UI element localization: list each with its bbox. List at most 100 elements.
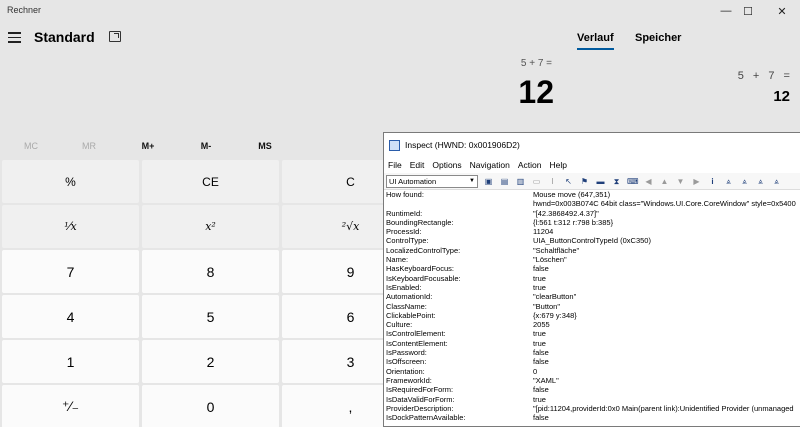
ms-button[interactable]: MS bbox=[236, 136, 294, 156]
property-name: Name: bbox=[386, 255, 409, 265]
digit-8-button[interactable]: 8 bbox=[142, 250, 279, 293]
property-value: 0 bbox=[533, 366, 538, 376]
tree-children-icon[interactable]: ⩓ bbox=[755, 176, 766, 187]
property-row[interactable]: IsEnabled: true bbox=[385, 283, 800, 292]
menu-navigation[interactable]: Navigation bbox=[470, 160, 510, 170]
property-value: "[pid:11204,providerId:0x0 Main(parent l… bbox=[533, 403, 794, 413]
property-row[interactable]: Orientation: 0 bbox=[385, 367, 800, 376]
property-value: false bbox=[533, 264, 549, 274]
digit-1-button[interactable]: 1 bbox=[2, 340, 139, 383]
copy-tree-icon[interactable]: ▥ bbox=[515, 176, 526, 187]
menu-file[interactable]: File bbox=[388, 160, 402, 170]
property-row[interactable]: LocalizedControlType: "Schaltfläche" bbox=[385, 246, 800, 255]
property-value: false bbox=[533, 413, 549, 423]
caret-icon[interactable]: I bbox=[547, 176, 558, 187]
memory-row: MC MR M+ M- MS bbox=[0, 136, 400, 156]
inspect-toolbar: UI Automation ▼ ▣ ▤ ▥ ▭ I ↖ ⚑ ▬ ⧗ ⌨ ◀ ▲ … bbox=[384, 173, 800, 190]
property-row[interactable]: IsContentElement: true bbox=[385, 339, 800, 348]
property-value: {l:561 t:312 r:798 b:385} bbox=[533, 217, 614, 227]
property-row[interactable]: ClickablePoint: {x:679 y:348} bbox=[385, 311, 800, 320]
property-row[interactable]: AutomationId: "clearButton" bbox=[385, 292, 800, 301]
reciprocal-button[interactable]: ¹⁄x bbox=[2, 205, 139, 248]
m-plus-button[interactable]: M+ bbox=[119, 136, 177, 156]
menu-edit[interactable]: Edit bbox=[410, 160, 425, 170]
menu-help[interactable]: Help bbox=[549, 160, 566, 170]
property-value: UIA_ButtonControlTypeId (0xC350) bbox=[533, 236, 651, 246]
property-row[interactable]: IsDataValidForForm: true bbox=[385, 395, 800, 404]
property-row[interactable]: Culture: 2055 bbox=[385, 320, 800, 329]
property-row[interactable]: HasKeyboardFocus: false bbox=[385, 264, 800, 273]
nav-up-icon[interactable]: ▲ bbox=[659, 176, 670, 187]
property-value: "clearButton" bbox=[533, 292, 577, 302]
percent-button[interactable]: % bbox=[2, 160, 139, 203]
property-value: true bbox=[533, 329, 546, 339]
copy-icon[interactable]: ▤ bbox=[499, 176, 510, 187]
property-row[interactable]: ClassName: "Button" bbox=[385, 302, 800, 311]
history-item-result[interactable]: 12 bbox=[700, 88, 790, 105]
property-row[interactable]: IsOffscreen: false bbox=[385, 357, 800, 366]
property-value: {x:679 y:348} bbox=[533, 310, 577, 320]
property-row[interactable]: IsControlElement: true bbox=[385, 329, 800, 338]
hourglass-icon[interactable]: ⧗ bbox=[611, 176, 622, 187]
keyboard-icon[interactable]: ⌨ bbox=[627, 176, 639, 187]
property-row[interactable]: ControlType: UIA_ButtonControlTypeId (0xC… bbox=[385, 236, 800, 245]
property-name: IsDataValidForForm: bbox=[386, 394, 455, 404]
menu-options[interactable]: Options bbox=[432, 160, 461, 170]
square-button[interactable]: x² bbox=[142, 205, 279, 248]
window-icon[interactable]: ▬ bbox=[595, 176, 606, 187]
property-row[interactable]: IsKeyboardFocusable: true bbox=[385, 274, 800, 283]
property-row[interactable]: IsRequiredForForm: false bbox=[385, 385, 800, 394]
flag-pointer-icon[interactable]: ⚑ bbox=[579, 176, 590, 187]
digit-5-button[interactable]: 5 bbox=[142, 295, 279, 338]
properties-list[interactable]: How found: Mouse move (647,351) hwnd=0x003… bbox=[385, 190, 800, 427]
property-row[interactable]: FrameworkId: "XAML" bbox=[385, 376, 800, 385]
property-row[interactable]: Name: "Löschen" bbox=[385, 255, 800, 264]
tab-speicher[interactable]: Speicher bbox=[635, 32, 681, 44]
inspect-title: Inspect (HWND: 0x001906D2) bbox=[405, 140, 520, 150]
property-row[interactable]: IsDockPatternAvailable: false bbox=[385, 413, 800, 422]
mc-button[interactable]: MC bbox=[2, 136, 60, 156]
close-icon: ✕ bbox=[777, 5, 787, 18]
tree-parent-icon[interactable]: ⩓ bbox=[739, 176, 750, 187]
property-name: IsContentElement: bbox=[386, 338, 448, 348]
property-value: "[42.3868492.4.37]" bbox=[533, 208, 599, 218]
property-name: IsKeyboardFocusable: bbox=[386, 273, 461, 283]
property-row[interactable]: IsPassword: false bbox=[385, 348, 800, 357]
history-item-expression[interactable]: 5 + 7 = bbox=[700, 70, 790, 82]
property-row[interactable]: ProcessId: 11204 bbox=[385, 227, 800, 236]
nav-left-icon[interactable]: ◀ bbox=[643, 176, 654, 187]
nav-right-icon[interactable]: ▶ bbox=[691, 176, 702, 187]
nav-down-icon[interactable]: ▼ bbox=[675, 176, 686, 187]
property-name: BoundingRectangle: bbox=[386, 217, 454, 227]
highlight-rect-icon[interactable]: ▭ bbox=[531, 176, 542, 187]
property-row[interactable]: BoundingRectangle: {l:561 t:312 r:798 b:3… bbox=[385, 218, 800, 227]
digit-0-button[interactable]: 0 bbox=[142, 385, 279, 427]
negate-button[interactable]: ⁺⁄₋ bbox=[2, 385, 139, 427]
property-name: ProviderDescription: bbox=[386, 403, 454, 413]
property-name: RuntimeId: bbox=[386, 208, 423, 218]
tree-first-icon[interactable]: ⩓ bbox=[723, 176, 734, 187]
info-icon[interactable]: i bbox=[707, 176, 718, 187]
digit-2-button[interactable]: 2 bbox=[142, 340, 279, 383]
calculator-titlebar: Rechner — ☐ ✕ bbox=[0, 0, 800, 22]
property-value: "XAML" bbox=[533, 375, 559, 385]
property-value: false bbox=[533, 348, 549, 358]
tree-last-icon[interactable]: ⩓ bbox=[771, 176, 782, 187]
digit-7-button[interactable]: 7 bbox=[2, 250, 139, 293]
mode-select[interactable]: UI Automation ▼ bbox=[386, 174, 478, 188]
pointer-icon[interactable]: ↖ bbox=[563, 176, 574, 187]
mr-button[interactable]: MR bbox=[60, 136, 118, 156]
tab-verlauf[interactable]: Verlauf bbox=[577, 32, 614, 50]
property-row[interactable]: ProviderDescription: "[pid:11204,provider… bbox=[385, 404, 800, 413]
m-minus-button[interactable]: M- bbox=[177, 136, 235, 156]
ce-button[interactable]: CE bbox=[142, 160, 279, 203]
digit-4-button[interactable]: 4 bbox=[2, 295, 139, 338]
property-row[interactable]: RuntimeId: "[42.3868492.4.37]" bbox=[385, 209, 800, 218]
keep-on-top-icon[interactable] bbox=[109, 31, 121, 42]
close-button[interactable]: ✕ bbox=[760, 0, 800, 22]
property-row[interactable]: How found: Mouse move (647,351) bbox=[385, 190, 800, 199]
menu-action[interactable]: Action bbox=[518, 160, 542, 170]
hamburger-icon[interactable] bbox=[8, 32, 21, 43]
refresh-icon[interactable]: ▣ bbox=[483, 176, 494, 187]
property-row[interactable]: hwnd=0x003B074C 64bit class="Windows.UI.… bbox=[385, 199, 800, 208]
